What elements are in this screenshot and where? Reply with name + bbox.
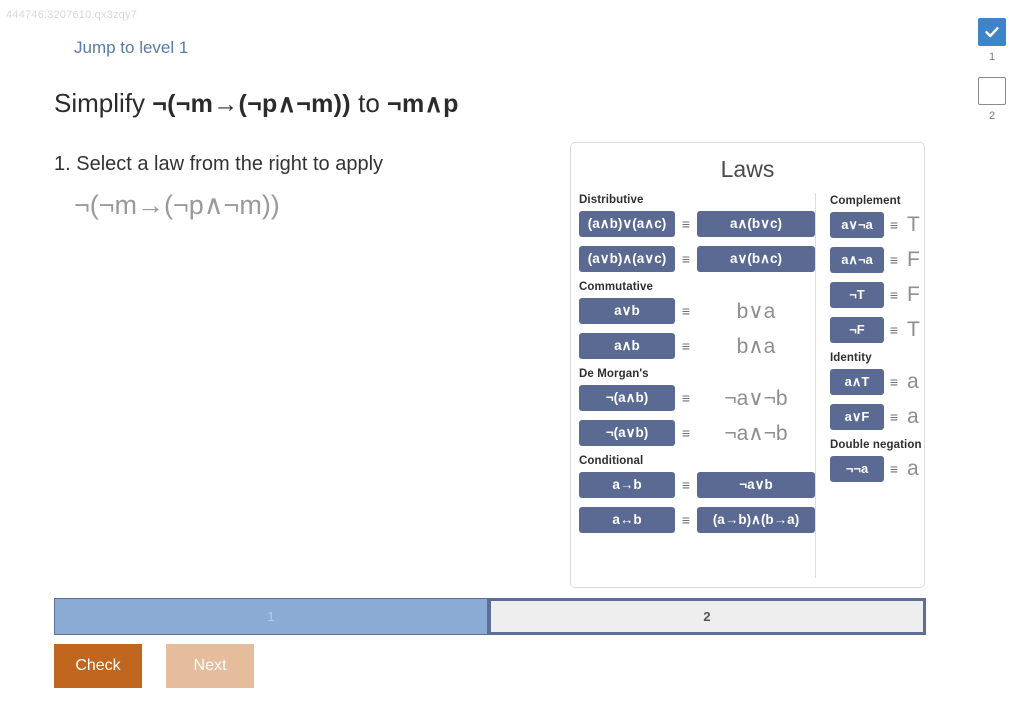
law-option-button[interactable]: a∨¬a [830, 212, 884, 238]
law-row: ¬(a∨b) ≡ ¬a∧¬b [579, 420, 815, 446]
working-expression: ¬(¬m→(¬p∧¬m)) [74, 190, 280, 220]
law-option-button[interactable]: ¬a∨b [697, 472, 815, 498]
law-result-text: ¬a∨¬b [724, 386, 788, 410]
law-result-text: b∨a [736, 299, 776, 323]
law-option-button[interactable]: a↔b [579, 507, 675, 533]
law-row: a∨b ≡ b∨a [579, 298, 815, 324]
law-option-button[interactable]: ¬F [830, 317, 884, 343]
equivalence-symbol: ≡ [681, 477, 691, 493]
page-title: Simplify ¬(¬m→(¬p∧¬m)) to ¬m∧p [54, 88, 459, 119]
law-result-text: a [907, 405, 919, 428]
equivalence-symbol: ≡ [889, 322, 899, 338]
law-option-button[interactable]: ¬¬a [830, 456, 884, 482]
equivalence-symbol: ≡ [681, 216, 691, 232]
law-row: a∨F ≡ a [830, 404, 924, 430]
law-option-button[interactable]: a∧¬a [830, 247, 884, 273]
law-option-button[interactable]: a∨(b∧c) [697, 246, 815, 272]
law-row: a∨¬a ≡ T [830, 212, 924, 238]
law-section-heading: Commutative [579, 281, 653, 293]
equivalence-symbol: ≡ [889, 217, 899, 233]
step-indicator[interactable]: 1 [970, 18, 1014, 63]
law-row: a∧¬a ≡ F [830, 247, 924, 273]
equivalence-symbol: ≡ [681, 303, 691, 319]
source-expression: ¬(¬m→(¬p∧¬m)) [152, 90, 351, 118]
watermark-text: 444746.3207610.qx3zqy7 [6, 9, 138, 21]
law-section-heading: Conditional [579, 455, 644, 467]
law-section-heading: Identity [830, 352, 872, 364]
law-result-text: a [907, 457, 919, 480]
check-button[interactable]: Check [54, 644, 142, 688]
law-option-button[interactable]: a∧T [830, 369, 884, 395]
equivalence-symbol: ≡ [889, 409, 899, 425]
law-option-button[interactable]: (a→b)∧(b→a) [697, 507, 815, 533]
law-result-text: b∧a [736, 334, 776, 358]
law-result-text: T [907, 318, 920, 341]
law-row: a∧b ≡ b∧a [579, 333, 815, 359]
laws-right-column: Complement a∨¬a ≡ Ta∧¬a ≡ F ¬T ≡ F ¬F ≡ T Identity a∧… [815, 193, 924, 578]
law-row: a∧T ≡ a [830, 369, 924, 395]
simplify-prefix: Simplify [54, 88, 146, 118]
step-number: 2 [988, 110, 996, 122]
equivalence-symbol: ≡ [889, 287, 899, 303]
law-option-button[interactable]: ¬(a∨b) [579, 420, 675, 446]
law-row: (a∧b)∨(a∧c) ≡ a∧(b∨c) [579, 211, 815, 237]
law-option-button[interactable]: (a∨b)∧(a∨c) [579, 246, 675, 272]
law-section-heading: Distributive [579, 194, 644, 206]
step-number: 1 [988, 51, 996, 63]
law-result-text: F [907, 283, 920, 306]
law-option-button[interactable]: a→b [579, 472, 675, 498]
law-row: a→b ≡ ¬a∨b [579, 472, 815, 498]
law-option-button[interactable]: a∨F [830, 404, 884, 430]
law-row: a↔b ≡ (a→b)∧(b→a) [579, 507, 815, 533]
law-row: ¬(a∧b) ≡ ¬a∨¬b [579, 385, 815, 411]
law-option-button[interactable]: a∨b [579, 298, 675, 324]
laws-left-column: Distributive (a∧b)∨(a∧c) ≡ a∧(b∨c) (a∨b)∧(a∨… [571, 193, 815, 578]
equivalence-symbol: ≡ [681, 425, 691, 441]
equivalence-symbol: ≡ [889, 374, 899, 390]
laws-panel-title: Laws [720, 156, 775, 182]
law-row: (a∨b)∧(a∨c) ≡ a∨(b∧c) [579, 246, 815, 272]
law-result-text: T [907, 213, 920, 236]
equivalence-symbol: ≡ [681, 390, 691, 406]
law-result-text: ¬a∧¬b [724, 421, 788, 445]
progress-tab-bar: 1 2 [54, 598, 926, 635]
equivalence-symbol: ≡ [889, 252, 899, 268]
target-expression: ¬m∧p [387, 90, 459, 118]
law-row: ¬T ≡ F [830, 282, 924, 308]
equivalence-symbol: ≡ [681, 338, 691, 354]
simplify-connector: to [358, 88, 380, 118]
step-indicator[interactable]: 2 [970, 77, 1014, 122]
law-section-heading: Complement [830, 195, 901, 207]
law-section-heading: De Morgan's [579, 368, 649, 380]
action-button-group: Check Next [54, 644, 254, 688]
progress-tab-2[interactable]: 2 [488, 598, 926, 635]
jump-to-level-link[interactable]: Jump to level 1 [74, 38, 188, 58]
law-row: ¬¬a ≡ a [830, 456, 924, 482]
progress-tab-1[interactable]: 1 [54, 598, 488, 635]
equivalence-symbol: ≡ [681, 512, 691, 528]
law-option-button[interactable]: ¬T [830, 282, 884, 308]
step-indicator-list: 1 2 [970, 18, 1014, 136]
law-option-button[interactable]: a∧(b∨c) [697, 211, 815, 237]
app-root: 444746.3207610.qx3zqy7 Jump to level 1 1… [0, 0, 1024, 701]
check-icon [978, 18, 1006, 46]
law-option-button[interactable]: (a∧b)∨(a∧c) [579, 211, 675, 237]
laws-panel: Laws Distributive (a∧b)∨(a∧c) ≡ a∧(b∨c) (a∨b… [570, 142, 925, 588]
law-result-text: F [907, 248, 920, 271]
law-option-button[interactable]: ¬(a∧b) [579, 385, 675, 411]
law-result-text: a [907, 370, 919, 393]
instruction-text: 1. Select a law from the right to apply [54, 153, 384, 175]
law-row: ¬F ≡ T [830, 317, 924, 343]
equivalence-symbol: ≡ [681, 251, 691, 267]
empty-checkbox-icon [978, 77, 1006, 105]
law-option-button[interactable]: a∧b [579, 333, 675, 359]
equivalence-symbol: ≡ [889, 461, 899, 477]
law-section-heading: Double negation [830, 439, 922, 451]
next-button[interactable]: Next [166, 644, 254, 688]
